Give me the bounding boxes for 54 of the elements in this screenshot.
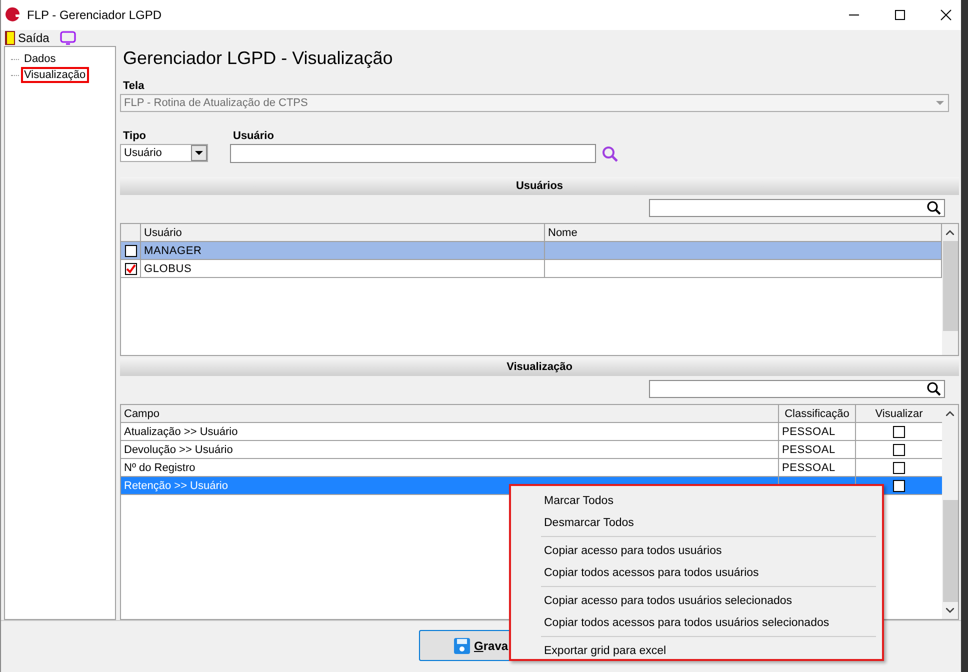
table-cell: Atualização >> Usuário [121,423,779,440]
menu-item[interactable]: Copiar acesso para todos usuários selecionados [511,590,882,612]
table-cell: Devolução >> Usuário [121,441,779,458]
tree-item[interactable]: Dados [21,51,59,67]
section-header: Usuários [120,177,959,195]
menu-item[interactable]: Desmarcar Todos [511,512,882,534]
checkbox[interactable] [124,244,136,256]
field-label: Usuário [232,129,275,144]
checkbox[interactable] [893,444,905,456]
column-header[interactable]: Classificação [779,405,856,422]
table-row[interactable]: MANAGER [121,242,942,260]
table-row[interactable]: Nº do Registro PESSOAL [121,459,942,477]
table-cell: MANAGER [141,242,545,259]
table-row[interactable]: Devolução >> Usuário PESSOAL [121,441,942,459]
scrollbar-thumb[interactable] [942,500,958,602]
table-row[interactable]: Atualização >> Usuário PESSOAL [121,423,942,441]
column-header[interactable]: Visualizar [856,405,942,422]
monitor-icon[interactable] [60,31,76,45]
user-input-field[interactable] [230,144,596,163]
table-cell: PESSOAL [779,423,856,440]
table-cell: PESSOAL [779,441,856,458]
column-header[interactable]: Usuário [141,224,545,241]
table-cell: PESSOAL [779,459,856,476]
checkbox[interactable] [893,462,905,474]
menu-item[interactable]: Copiar todos acessos para todos usuários [511,562,882,584]
menu-item[interactable]: Copiar acesso para todos usuários [511,540,882,562]
window-title: FLP - Gerenciador LGPD [27,8,162,22]
tree-item[interactable]: Visualização [21,67,89,83]
checkbox[interactable] [124,262,136,274]
table-row[interactable]: GLOBUS [121,260,942,278]
table-cell: Nº do Registro [121,459,779,476]
door-icon[interactable] [5,31,15,45]
search-field[interactable] [649,199,945,217]
close-icon[interactable] [941,10,951,20]
type-dropdown[interactable]: Usuário [120,144,208,162]
search-icon[interactable] [926,381,942,397]
caret-icon[interactable] [191,145,207,161]
scrollbar-thumb[interactable] [942,241,958,331]
search-icon[interactable] [926,200,942,216]
menu-item[interactable]: Saída [18,31,50,45]
page-heading: Gerenciador LGPD - Visualização [122,47,394,70]
scroll-down-icon[interactable] [946,608,954,613]
checkbox[interactable] [893,480,905,492]
field-label: Tela [122,79,146,94]
section-header: Visualização [120,358,959,376]
maximize-icon[interactable] [895,10,905,20]
scroll-up-icon[interactable] [946,230,954,235]
search-field[interactable] [649,380,945,398]
scroll-up-icon[interactable] [946,411,954,416]
column-header[interactable]: Campo [121,405,779,422]
checkbox[interactable] [893,426,905,438]
app-logo-icon [5,7,21,23]
field-label: Tipo [122,129,148,144]
table-cell: GLOBUS [141,260,545,277]
